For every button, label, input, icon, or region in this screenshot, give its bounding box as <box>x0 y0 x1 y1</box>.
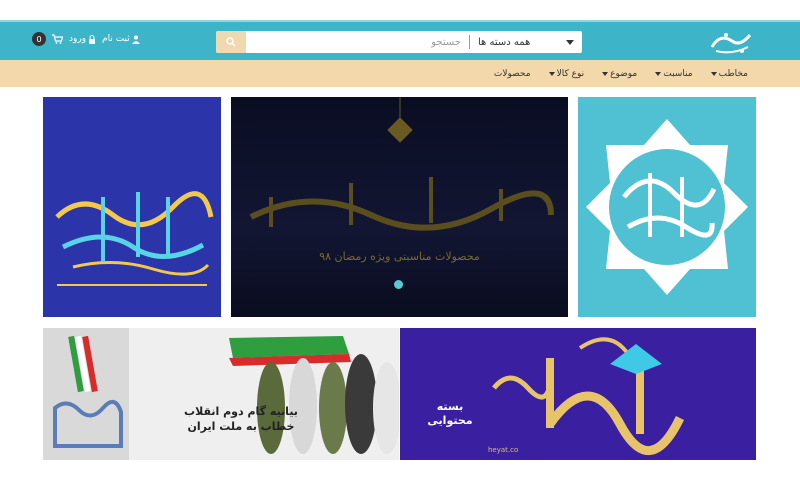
login-link[interactable]: ورود <box>69 34 96 44</box>
cart-icon[interactable] <box>52 34 63 44</box>
nav-item-occasion[interactable]: مناسبت <box>655 68 693 79</box>
main-navbar: محصولات نوع کالا موضوع مناسبت مخاطب <box>0 60 800 87</box>
statement-artwork <box>43 328 399 460</box>
register-link[interactable]: ثبت نام <box>102 34 140 44</box>
slider-dot[interactable] <box>394 280 403 289</box>
category-select-label: همه دسته ها <box>478 36 531 48</box>
user-links: 0 ورود ثبت نام <box>32 32 140 46</box>
top-bar: همه دسته ها 0 ورود ثبت نام <box>0 20 800 60</box>
site-logo[interactable] <box>702 25 762 59</box>
chevron-down-icon <box>566 39 574 45</box>
ramadan-package-artwork <box>492 337 685 456</box>
hero-slider[interactable]: محصولات مناسبتی ویژه رمضان ۹۸ <box>231 97 568 317</box>
promo-site-text: heyat.co <box>488 446 519 454</box>
nav-item-topic[interactable]: موضوع <box>602 69 637 79</box>
promo-statement-text: بیانیه گام دوم انقلاب خطاب به ملت ایران <box>184 405 298 433</box>
search-input[interactable] <box>246 31 469 53</box>
caret-down-icon <box>710 71 717 76</box>
slide-caption: محصولات مناسبتی ویژه رمضان ۹۸ <box>319 250 480 263</box>
ornament-artwork <box>586 119 748 295</box>
caret-down-icon <box>602 71 609 76</box>
banner-calligraphy-blue[interactable] <box>43 97 221 317</box>
nav-item-label: مناسبت <box>663 68 693 79</box>
register-label: ثبت نام <box>102 34 130 44</box>
nav-item-product-type[interactable]: نوع کالا <box>548 68 585 79</box>
nav-item-label: محصولات <box>493 68 531 79</box>
category-select[interactable]: همه دسته ها <box>470 31 582 53</box>
promo-banner-statement[interactable]: بیانیه گام دوم انقلاب خطاب به ملت ایران <box>43 328 399 460</box>
login-label: ورود <box>69 34 87 44</box>
banner-ornament-turquoise[interactable] <box>578 97 756 317</box>
nav-items: محصولات نوع کالا موضوع مناسبت مخاطب <box>494 60 748 87</box>
nav-item-label: مخاطب <box>718 68 748 79</box>
nav-item-products[interactable]: محصولات <box>494 69 531 79</box>
caret-down-icon <box>655 71 662 76</box>
nav-item-audience[interactable]: مخاطب <box>710 68 748 79</box>
search-icon <box>226 37 236 47</box>
nav-item-label: نوع کالا <box>556 68 585 79</box>
cart-count-badge[interactable]: 0 <box>32 32 46 46</box>
search-button[interactable] <box>216 31 246 53</box>
nav-item-label: موضوع <box>610 68 638 79</box>
promo-package-text: بسته محتوایی <box>427 400 473 427</box>
promo-banner-ramadan-package[interactable]: بسته محتوایی heyat.co <box>400 328 756 460</box>
calligraphy-artwork <box>55 191 214 286</box>
user-icon <box>131 35 140 44</box>
lock-icon <box>89 34 96 44</box>
search-bar: همه دسته ها <box>216 31 582 53</box>
caret-down-icon <box>548 71 555 76</box>
